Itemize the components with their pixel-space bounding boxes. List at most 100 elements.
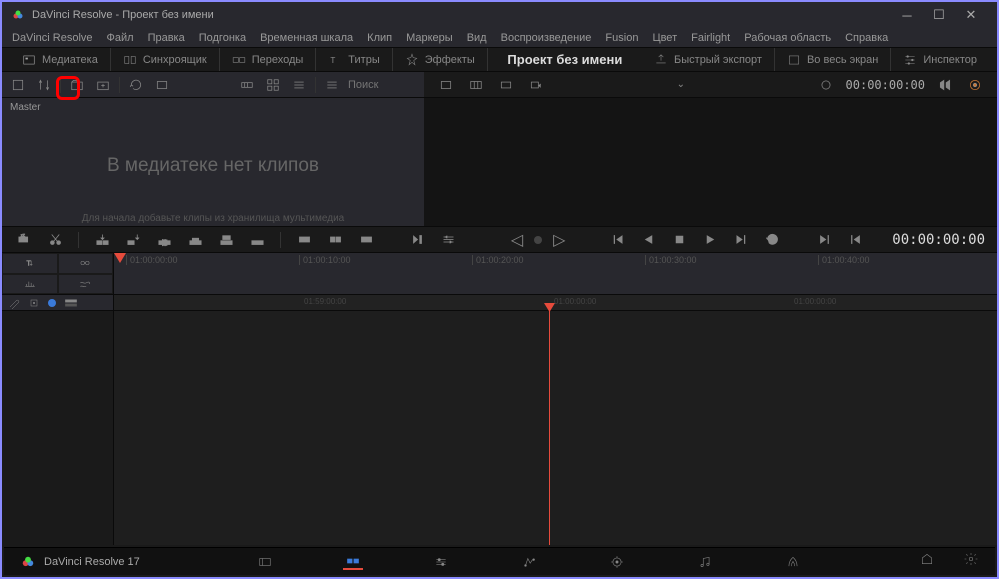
maximize-button[interactable]: ☐ bbox=[923, 2, 955, 28]
menu-item[interactable]: Временная шкала bbox=[260, 32, 353, 44]
sort-btn[interactable] bbox=[34, 75, 54, 95]
thumbnail-view-btn[interactable] bbox=[263, 75, 283, 95]
page-fairlight[interactable] bbox=[695, 554, 715, 570]
lower-ruler[interactable]: 01:59:00:00 01:00:00:00 01:00:00:00 bbox=[114, 295, 997, 310]
next-marker[interactable]: ▷ bbox=[553, 230, 565, 250]
viewer-dropdown[interactable] bbox=[526, 75, 546, 95]
lock-toggle[interactable]: T bbox=[2, 253, 58, 274]
page-color[interactable] bbox=[607, 554, 627, 570]
safe-area-btn[interactable] bbox=[816, 75, 836, 95]
titles-icon: T bbox=[328, 53, 342, 67]
tab-sync-bin[interactable]: Синхроящик bbox=[111, 48, 220, 71]
list-view-btn[interactable] bbox=[289, 75, 309, 95]
action-btn[interactable] bbox=[152, 75, 172, 95]
smooth-cut-btn[interactable] bbox=[356, 230, 376, 250]
tool-icon[interactable] bbox=[8, 297, 20, 309]
source-viewer[interactable] bbox=[424, 98, 997, 226]
menu-item[interactable]: Вид bbox=[467, 32, 487, 44]
go-last-btn[interactable] bbox=[731, 230, 751, 250]
append-btn[interactable] bbox=[123, 230, 143, 250]
transport-jog[interactable] bbox=[408, 230, 428, 250]
dissolve-btn[interactable] bbox=[294, 230, 314, 250]
menu-item[interactable]: Маркеры bbox=[406, 32, 453, 44]
sync-lock-toggle[interactable] bbox=[58, 253, 114, 274]
page-edit[interactable] bbox=[431, 554, 451, 570]
zoom-dropdown[interactable]: ⌄ bbox=[677, 79, 685, 90]
stop-btn[interactable] bbox=[669, 230, 689, 250]
search-input[interactable] bbox=[348, 79, 418, 91]
filmstrip-view-btn[interactable] bbox=[237, 75, 257, 95]
tab-titles[interactable]: T Титры bbox=[316, 48, 392, 71]
track-view-icon[interactable] bbox=[64, 298, 78, 308]
viewer-opt-2[interactable] bbox=[965, 75, 985, 95]
search-toggle[interactable] bbox=[322, 75, 342, 95]
menu-item[interactable]: Воспроизведение bbox=[501, 32, 592, 44]
viewer-tool-2[interactable] bbox=[466, 75, 486, 95]
media-pool[interactable]: Master В медиатеке нет клипов Для начала… bbox=[2, 98, 424, 226]
tab-transitions[interactable]: Переходы bbox=[220, 48, 317, 71]
play-btn[interactable] bbox=[700, 230, 720, 250]
viewer-tool-3[interactable] bbox=[496, 75, 516, 95]
closeup-btn[interactable] bbox=[185, 230, 205, 250]
prev-marker[interactable]: ◁ bbox=[511, 230, 523, 250]
menu-item[interactable]: Правка bbox=[148, 32, 185, 44]
page-cut[interactable] bbox=[343, 554, 363, 570]
page-deliver[interactable] bbox=[783, 554, 803, 570]
timeline-timecode[interactable]: 00:00:00:00 bbox=[892, 232, 985, 248]
tab-fullscreen[interactable]: Во весь экран bbox=[775, 48, 891, 71]
upper-ruler[interactable]: 01:00:00:00 01:00:10:00 01:00:20:00 01:0… bbox=[114, 253, 997, 294]
refresh-btn[interactable] bbox=[126, 75, 146, 95]
project-settings-btn[interactable] bbox=[963, 552, 979, 571]
menu-item[interactable]: Рабочая область bbox=[744, 32, 831, 44]
menu-item[interactable]: Справка bbox=[845, 32, 888, 44]
video-toggle[interactable] bbox=[58, 274, 114, 295]
viewer-tool-1[interactable] bbox=[436, 75, 456, 95]
ripple-overwrite-btn[interactable] bbox=[154, 230, 174, 250]
play-reverse-btn[interactable] bbox=[638, 230, 658, 250]
menu-item[interactable]: Подгонка bbox=[199, 32, 246, 44]
menu-item[interactable]: Fusion bbox=[605, 32, 638, 44]
tab-effects[interactable]: Эффекты bbox=[393, 48, 488, 71]
tab-quick-export[interactable]: Быстрый экспорт bbox=[642, 48, 775, 71]
prev-edit-btn[interactable] bbox=[845, 230, 865, 250]
page-fusion[interactable] bbox=[519, 554, 539, 570]
upper-playhead[interactable] bbox=[114, 253, 126, 263]
master-bin-label[interactable]: Master bbox=[2, 98, 424, 117]
timeline-playhead[interactable] bbox=[549, 311, 550, 545]
menu-item[interactable]: Цвет bbox=[652, 32, 677, 44]
viewer-timecode[interactable]: 00:00:00:00 bbox=[846, 78, 925, 92]
boring-detector-btn[interactable]: zZ bbox=[14, 230, 34, 250]
menu-item[interactable]: Клип bbox=[367, 32, 392, 44]
cut-btn[interactable] bbox=[45, 230, 65, 250]
menu-item[interactable]: DaVinci Resolve bbox=[12, 32, 93, 44]
marker-icon[interactable] bbox=[28, 297, 40, 309]
media-view-btn[interactable] bbox=[8, 75, 28, 95]
menu-item[interactable]: Fairlight bbox=[691, 32, 730, 44]
tab-media-pool[interactable]: Медиатека bbox=[10, 48, 111, 71]
marker-dot[interactable] bbox=[534, 236, 542, 244]
source-overwrite-btn[interactable] bbox=[247, 230, 267, 250]
page-media[interactable] bbox=[255, 554, 275, 570]
timeline-tracks[interactable] bbox=[2, 311, 997, 545]
loop-btn[interactable] bbox=[762, 230, 782, 250]
ruler-tick: 01:59:00:00 bbox=[304, 297, 346, 306]
home-button[interactable]: DaVinci Resolve 17 bbox=[20, 555, 140, 569]
place-on-top-btn[interactable] bbox=[216, 230, 236, 250]
close-button[interactable]: ✕ bbox=[955, 2, 987, 28]
color-dot[interactable] bbox=[48, 299, 56, 307]
cut-transition-btn[interactable] bbox=[325, 230, 345, 250]
project-manager-btn[interactable] bbox=[919, 552, 935, 571]
next-edit-btn[interactable] bbox=[814, 230, 834, 250]
go-first-btn[interactable] bbox=[607, 230, 627, 250]
audio-toggle[interactable] bbox=[2, 274, 58, 295]
menubar: DaVinci Resolve Файл Правка Подгонка Вре… bbox=[2, 28, 997, 48]
tracks-canvas[interactable] bbox=[114, 311, 997, 545]
tab-inspector[interactable]: Инспектор bbox=[891, 48, 989, 71]
transport-shuttle[interactable] bbox=[439, 230, 459, 250]
viewer-opt-1[interactable] bbox=[935, 75, 955, 95]
smart-insert-btn[interactable] bbox=[92, 230, 112, 250]
app-logo-icon bbox=[12, 9, 24, 21]
menu-item[interactable]: Файл bbox=[107, 32, 134, 44]
minimize-button[interactable]: ─ bbox=[891, 2, 923, 28]
import-folder-button[interactable] bbox=[93, 75, 113, 95]
